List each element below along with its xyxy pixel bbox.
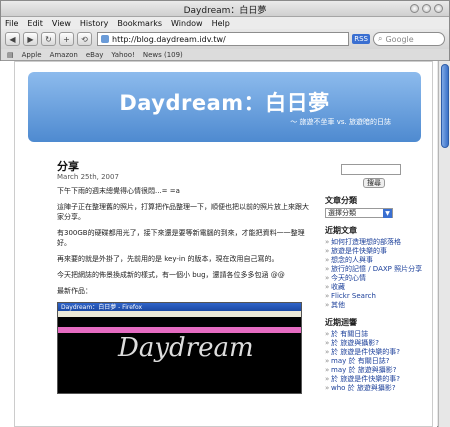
bookmark-amazon[interactable]: Amazon — [50, 51, 78, 59]
search-placeholder: Google — [385, 34, 414, 44]
recent-comment-link[interactable]: 於 旅遊是件快樂的事? — [325, 348, 425, 357]
blog-header[interactable]: Daydream：白日夢 ～ 旅遊不坐車 vs. 旅遊暗的日誌 — [28, 72, 421, 142]
reload-button[interactable]: ↻ — [41, 32, 56, 46]
menu-help[interactable]: Help — [212, 19, 230, 28]
post-line: 有300GB的硬碟都用光了，接下來還是要等新電腦的到來，才能把資料一一整理好。 — [57, 229, 305, 247]
menu-window[interactable]: Window — [171, 19, 203, 28]
snapback-icon: ⟲ — [81, 34, 88, 44]
blog-sidebar: 搜尋 文章分類 選擇分類 ▼ 近期文章 如何打造理想的部落格 旅遊是件快樂的事 … — [325, 162, 425, 393]
bookmarks-bar: ▤ Apple Amazon eBay Yahoo! News (109) — [1, 49, 449, 61]
post-line: 再來要的就是外掛了，先前用的是 key-in 的版本，現在改用自己寫的。 — [57, 255, 279, 263]
close-button[interactable] — [434, 4, 443, 13]
blog-title: Daydream：白日夢 — [119, 91, 330, 115]
forward-arrow-icon: ▶ — [27, 34, 34, 44]
archives-heading: 文章分類 — [325, 196, 357, 205]
recent-post-link[interactable]: 收藏 — [325, 283, 425, 292]
recent-post-link[interactable]: Flickr Search — [325, 292, 425, 301]
recent-post-link[interactable]: 旅遊是件快樂的事 — [325, 247, 425, 256]
post-line: 下午下雨的週末總覺得心情很悶...= =a — [57, 187, 180, 195]
navigation-toolbar: ◀ ▶ ↻ + ⟲ http://blog.daydream.idv.tw/ R… — [1, 29, 449, 49]
forward-button[interactable]: ▶ — [23, 32, 38, 46]
menu-file[interactable]: File — [5, 19, 18, 28]
bookmark-ebay[interactable]: eBay — [86, 51, 104, 59]
post-title[interactable]: 分享 — [57, 161, 310, 172]
post-line: 最新作品： — [57, 287, 92, 295]
chevron-down-icon: ▼ — [383, 208, 392, 218]
recent-post-link[interactable]: 想念的人與事 — [325, 256, 425, 265]
rss-button[interactable]: RSS — [352, 34, 370, 44]
page-viewport: Daydream：白日夢 ～ 旅遊不坐車 vs. 旅遊暗的日誌 分享 March… — [0, 61, 437, 427]
blog-post: 分享 March 25th, 2007 下午下雨的週末總覺得心情很悶...= =… — [57, 161, 310, 394]
scrollbar-thumb[interactable] — [441, 64, 449, 148]
screenshot-titlebar: Daydream：白日夢 - Firefox — [58, 303, 301, 311]
bookmark-apple[interactable]: Apple — [22, 51, 42, 59]
zoom-button[interactable] — [422, 4, 431, 13]
title-bar: Daydream：白日夢 — [1, 1, 449, 17]
recent-post-link[interactable]: 今天的心情 — [325, 274, 425, 283]
address-bar[interactable]: http://blog.daydream.idv.tw/ — [97, 32, 350, 46]
snapback-button[interactable]: ⟲ — [77, 32, 92, 46]
blog-page: Daydream：白日夢 ～ 旅遊不坐車 vs. 旅遊暗的日誌 分享 March… — [14, 61, 433, 427]
recent-post-link[interactable]: 如何打造理想的部落格 — [325, 238, 425, 247]
recent-comments-list: 於 有關日誌 於 旅遊與攝影? 於 旅遊是件快樂的事? may 於 有關日誌? … — [325, 330, 425, 393]
plus-icon: + — [63, 34, 70, 44]
search-field[interactable]: ⌕ Google — [373, 32, 445, 46]
recent-post-link[interactable]: 旅行的記憶 / DAXP 照片分享 — [325, 265, 425, 274]
archives-select-value: 選擇分類 — [328, 209, 356, 217]
archives-select[interactable]: 選擇分類 ▼ — [325, 208, 393, 218]
blog-subtitle: ～ 旅遊不坐車 vs. 旅遊暗的日誌 — [290, 118, 391, 126]
recent-post-link[interactable]: 其他 — [325, 301, 425, 310]
screenshot-logo: Daydream — [118, 333, 254, 363]
bookmark-news[interactable]: News (109) — [143, 51, 183, 59]
menu-view[interactable]: View — [52, 19, 71, 28]
back-arrow-icon: ◀ — [9, 34, 16, 44]
post-screenshot-image[interactable]: Daydream：白日夢 - Firefox Daydream — [57, 302, 302, 394]
recent-comment-link[interactable]: 於 旅遊與攝影? — [325, 339, 425, 348]
recent-comment-link[interactable]: 於 有關日誌 — [325, 330, 425, 339]
recent-comment-link[interactable]: may 於 旅遊與攝影? — [325, 366, 425, 375]
search-icon: ⌕ — [378, 34, 383, 43]
favicon-icon — [101, 35, 109, 43]
recent-comment-link[interactable]: who 於 旅遊與攝影? — [325, 384, 425, 393]
recent-comment-link[interactable]: 於 旅遊是件快樂的事? — [325, 375, 425, 384]
recent-posts-list: 如何打造理想的部落格 旅遊是件快樂的事 想念的人與事 旅行的記憶 / DAXP … — [325, 238, 425, 310]
sidebar-search-input[interactable] — [341, 164, 401, 175]
reload-icon: ↻ — [45, 34, 52, 44]
bookmarks-menu-icon[interactable]: ▤ — [7, 51, 14, 59]
post-line: 這陣子正在整理舊的照片，打算把作品整理一下，順便也把以前的照片放上來跟大家分享。 — [57, 203, 309, 221]
post-date: March 25th, 2007 — [57, 173, 119, 181]
recent-posts-heading: 近期文章 — [325, 226, 357, 235]
window-controls — [410, 4, 443, 13]
recent-comments-heading: 近期迴響 — [325, 318, 357, 327]
address-text: http://blog.daydream.idv.tw/ — [112, 34, 226, 44]
menu-bar: File Edit View History Bookmarks Window … — [1, 17, 449, 29]
menu-edit[interactable]: Edit — [27, 19, 43, 28]
post-line: 今天把網誌的佈景換成新的樣式，有一個小 bug，還請各位多多包涵 @@ — [57, 271, 285, 279]
bookmark-yahoo[interactable]: Yahoo! — [111, 51, 134, 59]
vertical-scrollbar[interactable] — [438, 61, 450, 427]
add-bookmark-button[interactable]: + — [59, 32, 74, 46]
back-button[interactable]: ◀ — [5, 32, 20, 46]
menu-history[interactable]: History — [80, 19, 108, 28]
minimize-button[interactable] — [410, 4, 419, 13]
screenshot-menubar — [58, 311, 301, 317]
window-title: Daydream：白日夢 — [183, 6, 267, 16]
sidebar-search-button[interactable]: 搜尋 — [363, 178, 385, 188]
recent-comment-link[interactable]: may 於 有關日誌? — [325, 357, 425, 366]
menu-bookmarks[interactable]: Bookmarks — [117, 19, 162, 28]
